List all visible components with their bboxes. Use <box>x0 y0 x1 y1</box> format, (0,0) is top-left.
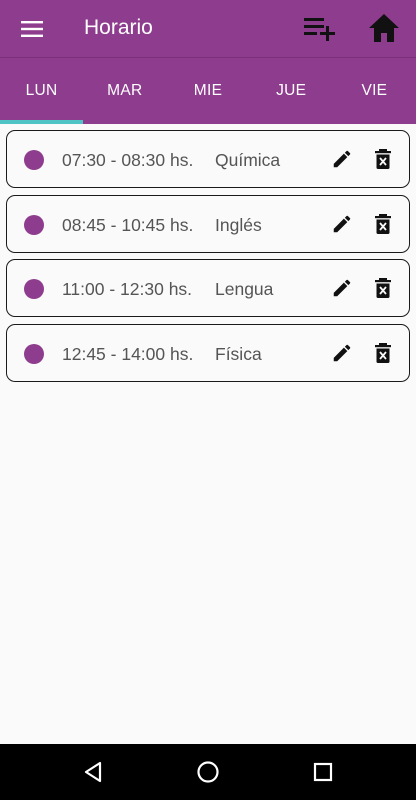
home-circle-icon <box>197 761 219 783</box>
edit-button[interactable] <box>329 146 355 172</box>
back-triangle-icon <box>84 761 102 783</box>
home-icon <box>369 14 399 42</box>
pencil-icon <box>333 279 351 297</box>
delete-forever-icon <box>375 278 391 298</box>
hamburger-menu-icon <box>21 21 43 37</box>
schedule-item[interactable]: 11:00 - 12:30 hs. Lengua <box>6 259 410 317</box>
color-dot-icon <box>24 150 44 170</box>
class-time: 08:45 - 10:45 hs. <box>62 214 194 235</box>
color-dot-icon <box>24 214 44 235</box>
tab-mie[interactable]: MIE <box>166 58 249 124</box>
system-nav-bar <box>0 744 416 800</box>
class-subject: Lengua <box>215 279 274 299</box>
pencil-icon <box>333 150 351 168</box>
color-dot-icon <box>24 343 44 364</box>
nav-recents-button[interactable] <box>305 754 341 790</box>
delete-button[interactable] <box>370 275 396 301</box>
edit-button[interactable] <box>329 275 355 301</box>
delete-button[interactable] <box>370 211 396 237</box>
schedule-item[interactable]: 07:30 - 08:30 hs. Química <box>6 130 410 188</box>
tab-lun[interactable]: LUN <box>0 58 83 124</box>
schedule-item[interactable]: 12:45 - 14:00 hs. Física <box>6 323 410 382</box>
selected-tab-indicator <box>0 120 83 124</box>
nav-home-button[interactable] <box>190 754 226 790</box>
schedule-list: 07:30 - 08:30 hs. Química 08:45 - 10:45 … <box>6 130 410 388</box>
class-time: 07:30 - 08:30 hs. <box>62 150 194 170</box>
menu-button[interactable] <box>14 11 50 47</box>
page-title: Horario <box>84 16 153 39</box>
class-time: 12:45 - 14:00 hs. <box>62 343 194 364</box>
delete-button[interactable] <box>370 340 396 366</box>
class-subject: Química <box>215 150 281 170</box>
delete-forever-icon <box>375 213 391 234</box>
add-class-button[interactable] <box>298 10 340 48</box>
delete-button[interactable] <box>370 146 396 172</box>
delete-forever-icon <box>375 342 391 363</box>
edit-button[interactable] <box>329 340 355 366</box>
color-dot-icon <box>24 279 44 299</box>
class-time: 11:00 - 12:30 hs. <box>62 279 193 299</box>
class-subject: Física <box>215 343 262 364</box>
nav-back-button[interactable] <box>75 754 111 790</box>
app-bar: Horario <box>0 0 416 58</box>
edit-button[interactable] <box>329 211 355 237</box>
tab-jue[interactable]: JUE <box>250 58 333 124</box>
pencil-icon <box>333 215 351 232</box>
pencil-icon <box>333 344 351 361</box>
app-screen: Horario LUN MAR MIE JUE VIE 07:30 - 08:3… <box>0 0 416 800</box>
playlist-add-icon <box>304 18 335 41</box>
schedule-item[interactable]: 08:45 - 10:45 hs. Inglés <box>6 194 410 253</box>
home-button[interactable] <box>362 8 406 48</box>
day-tabs: LUN MAR MIE JUE VIE <box>0 58 416 124</box>
tab-mar[interactable]: MAR <box>83 58 166 124</box>
class-subject: Inglés <box>215 214 262 235</box>
recents-square-icon <box>313 762 333 782</box>
delete-forever-icon <box>375 149 391 169</box>
tab-vie[interactable]: VIE <box>333 58 416 124</box>
